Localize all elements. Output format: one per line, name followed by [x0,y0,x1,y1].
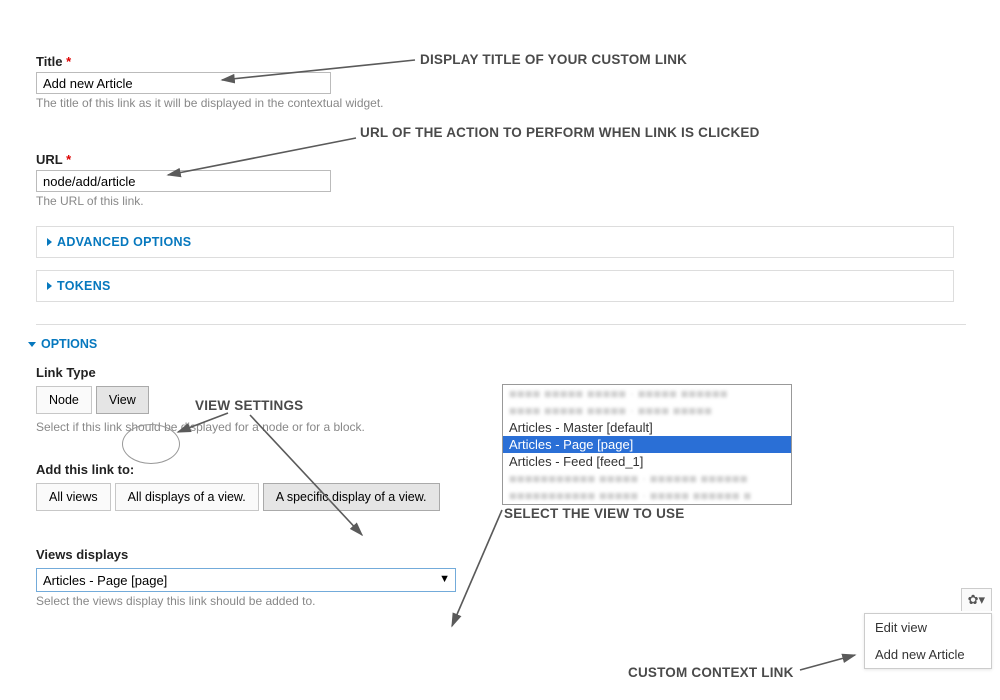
add-to-specific-display[interactable]: A specific display of a view. [263,483,440,511]
title-label: Title * [36,54,956,69]
gear-icon[interactable]: ✿▾ [961,588,992,611]
listbox-item[interactable]: Articles - Page [page] [503,436,791,453]
add-to-group: All views All displays of a view. A spec… [36,483,956,511]
required-marker: * [66,152,71,167]
chevron-right-icon [47,282,52,290]
listbox-item[interactable]: Articles - Feed [feed_1] [503,453,791,470]
views-displays-select[interactable]: Articles - Page [page] [36,568,456,592]
url-label: URL * [36,152,956,167]
context-edit-view[interactable]: Edit view [865,614,991,641]
link-type-label: Link Type [36,365,956,380]
add-to-all-displays[interactable]: All displays of a view. [115,483,259,511]
chevron-down-icon [28,342,36,347]
advanced-options-toggle[interactable]: ADVANCED OPTIONS [47,235,943,249]
context-menu: Edit view Add new Article [864,613,992,669]
context-add-new-article[interactable]: Add new Article [865,641,991,668]
title-help: The title of this link as it will be dis… [36,96,956,110]
options-header[interactable]: OPTIONS [28,337,956,351]
chevron-right-icon [47,238,52,246]
add-to-label: Add this link to: [36,462,956,477]
link-type-view[interactable]: View [96,386,149,414]
advanced-options-fieldset[interactable]: ADVANCED OPTIONS [36,226,954,258]
annotation-custom-ctx: CUSTOM CONTEXT LINK [628,665,794,680]
tokens-toggle[interactable]: TOKENS [47,279,943,293]
url-help: The URL of this link. [36,194,956,208]
add-to-all-views[interactable]: All views [36,483,111,511]
link-type-help: Select if this link should be displayed … [36,420,956,434]
tokens-fieldset[interactable]: TOKENS [36,270,954,302]
link-type-node[interactable]: Node [36,386,92,414]
link-type-group: Node View [36,386,956,414]
context-menu-wrap: ✿▾ Edit view Add new Article [864,588,992,669]
listbox-item[interactable]: Articles - Master [default] [503,419,791,436]
views-displays-label: Views displays [36,547,956,562]
title-input[interactable] [36,72,331,94]
required-marker: * [66,54,71,69]
url-input[interactable] [36,170,331,192]
views-listbox[interactable]: ■■■■ ■■■■■ ■■■■■ · ■■■■■ ■■■■■■ ■■■■ ■■■… [502,384,792,505]
views-displays-help: Select the views display this link shoul… [36,594,956,608]
